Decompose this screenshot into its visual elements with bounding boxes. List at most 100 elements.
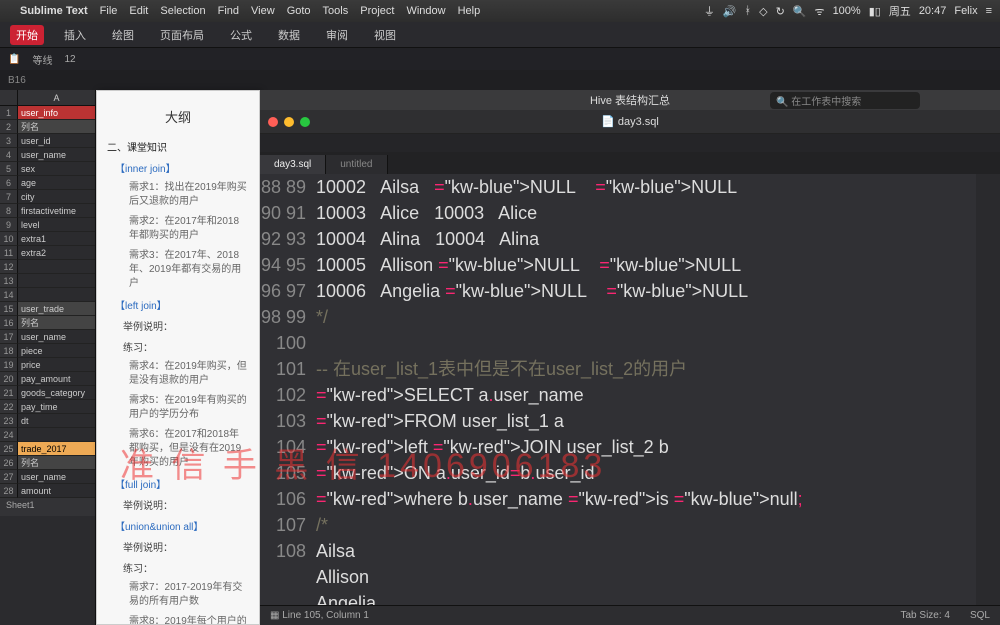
zoom-icon[interactable] [300,117,310,127]
outline-item[interactable]: 需求8：2019年每个用户的支付和退款金额汇总 [97,612,259,625]
cell[interactable]: user_name [18,330,95,344]
ribbon-tab-insert[interactable]: 插入 [58,25,92,45]
table-row[interactable]: 25trade_2017 [0,442,95,456]
menu-file[interactable]: File [100,5,118,17]
dropbox-icon[interactable]: ◇ [759,5,767,18]
cell[interactable] [18,288,95,302]
row-header[interactable]: 1 [0,106,18,120]
outline-item[interactable]: 【full join】 [97,473,259,494]
wifi2-icon[interactable]: ᯤ [815,4,825,19]
menu-find[interactable]: Find [218,5,239,17]
menu-selection[interactable]: Selection [160,5,205,17]
row-header[interactable]: 7 [0,190,18,204]
table-row[interactable]: 13 [0,274,95,288]
row-header[interactable]: 16 [0,316,18,330]
row-header[interactable]: 23 [0,414,18,428]
wifi-icon[interactable]: ⏚ [704,3,715,19]
row-header[interactable]: 27 [0,470,18,484]
cell[interactable]: amount [18,484,95,498]
close-icon[interactable] [268,117,278,127]
table-row[interactable]: 26列名 [0,456,95,470]
menu-window[interactable]: Window [406,5,445,17]
ribbon-tab-layout[interactable]: 页面布局 [154,25,210,45]
name-box[interactable]: B16 [0,70,1000,90]
table-row[interactable]: 14 [0,288,95,302]
row-header[interactable]: 5 [0,162,18,176]
cell[interactable]: extra2 [18,246,95,260]
sheet-tab[interactable]: Sheet1 [0,498,95,516]
cell[interactable]: 列名 [18,456,95,470]
ribbon-tab-start[interactable]: 开始 [10,25,44,45]
cell[interactable]: sex [18,162,95,176]
row-header[interactable]: 12 [0,260,18,274]
outline-item[interactable]: 需求7：2017-2019年有交易的所有用户数 [97,578,259,612]
outline-item[interactable]: 【left join】 [97,294,259,315]
spotlight-icon[interactable]: 🔍 [793,5,807,18]
table-row[interactable]: 27user_name [0,470,95,484]
row-header[interactable]: 6 [0,176,18,190]
table-row[interactable]: 17user_name [0,330,95,344]
battery-icon[interactable]: ▮▯ [869,5,881,18]
table-row[interactable]: 28amount [0,484,95,498]
menu-project[interactable]: Project [360,5,394,17]
outline-item[interactable]: 【union&union all】 [97,515,259,536]
status-tab-size[interactable]: Tab Size: 4 [901,610,950,621]
table-row[interactable]: 21goods_category [0,386,95,400]
font-size[interactable]: 12 [64,54,75,65]
ribbon-tab-draw[interactable]: 绘图 [106,25,140,45]
cell[interactable]: pay_time [18,400,95,414]
row-header[interactable]: 15 [0,302,18,316]
cell[interactable]: piece [18,344,95,358]
table-row[interactable]: 10extra1 [0,232,95,246]
cell[interactable] [18,260,95,274]
table-row[interactable]: 20pay_amount [0,372,95,386]
outline-item[interactable]: 举例说明： [97,494,259,515]
select-all-corner[interactable] [0,90,18,106]
app-name[interactable]: Sublime Text [20,5,88,17]
row-header[interactable]: 21 [0,386,18,400]
table-row[interactable]: 22pay_time [0,400,95,414]
row-header[interactable]: 22 [0,400,18,414]
code-editor[interactable]: 88 89 90 91 92 93 94 95 96 97 98 99 100 … [260,174,1000,605]
row-header[interactable]: 3 [0,134,18,148]
table-row[interactable]: 8firstactivetime [0,204,95,218]
bluetooth-icon[interactable]: ᚼ [745,5,752,17]
outline-item[interactable]: 举例说明： [97,315,259,336]
tab-untitled[interactable]: untitled [326,155,387,174]
cell[interactable]: user_name [18,148,95,162]
menu-view[interactable]: View [251,5,275,17]
row-header[interactable]: 19 [0,358,18,372]
cell[interactable]: pay_amount [18,372,95,386]
menu-goto[interactable]: Goto [287,5,311,17]
cell[interactable]: user_info [18,106,95,120]
status-language[interactable]: SQL [970,610,990,621]
outline-item[interactable]: 练习： [97,557,259,578]
table-row[interactable]: 18piece [0,344,95,358]
outline-item[interactable]: 练习： [97,336,259,357]
menu-tools[interactable]: Tools [323,5,349,17]
table-row[interactable]: 2列名 [0,120,95,134]
user-label[interactable]: Felix [954,5,977,17]
cell[interactable]: user_id [18,134,95,148]
cell[interactable]: level [18,218,95,232]
table-row[interactable]: 1user_info [0,106,95,120]
table-row[interactable]: 23dt [0,414,95,428]
row-header[interactable]: 8 [0,204,18,218]
menu-extra-icon[interactable]: ≡ [986,5,992,17]
ribbon-tab-review[interactable]: 审阅 [320,25,354,45]
outline-item[interactable]: 需求6：在2017和2018年都购买，但是没有在2019年购买的用户 [97,425,259,473]
minimize-icon[interactable] [284,117,294,127]
row-header[interactable]: 2 [0,120,18,134]
row-header[interactable]: 4 [0,148,18,162]
table-row[interactable]: 5sex [0,162,95,176]
menu-help[interactable]: Help [458,5,481,17]
sync-icon[interactable]: ↻ [776,5,785,18]
table-row[interactable]: 24 [0,428,95,442]
paste-icon[interactable]: 📋 [8,54,20,65]
ribbon-tab-formula[interactable]: 公式 [224,25,258,45]
row-header[interactable]: 13 [0,274,18,288]
row-header[interactable]: 9 [0,218,18,232]
cell[interactable]: age [18,176,95,190]
cell[interactable]: user_trade [18,302,95,316]
table-row[interactable]: 19price [0,358,95,372]
